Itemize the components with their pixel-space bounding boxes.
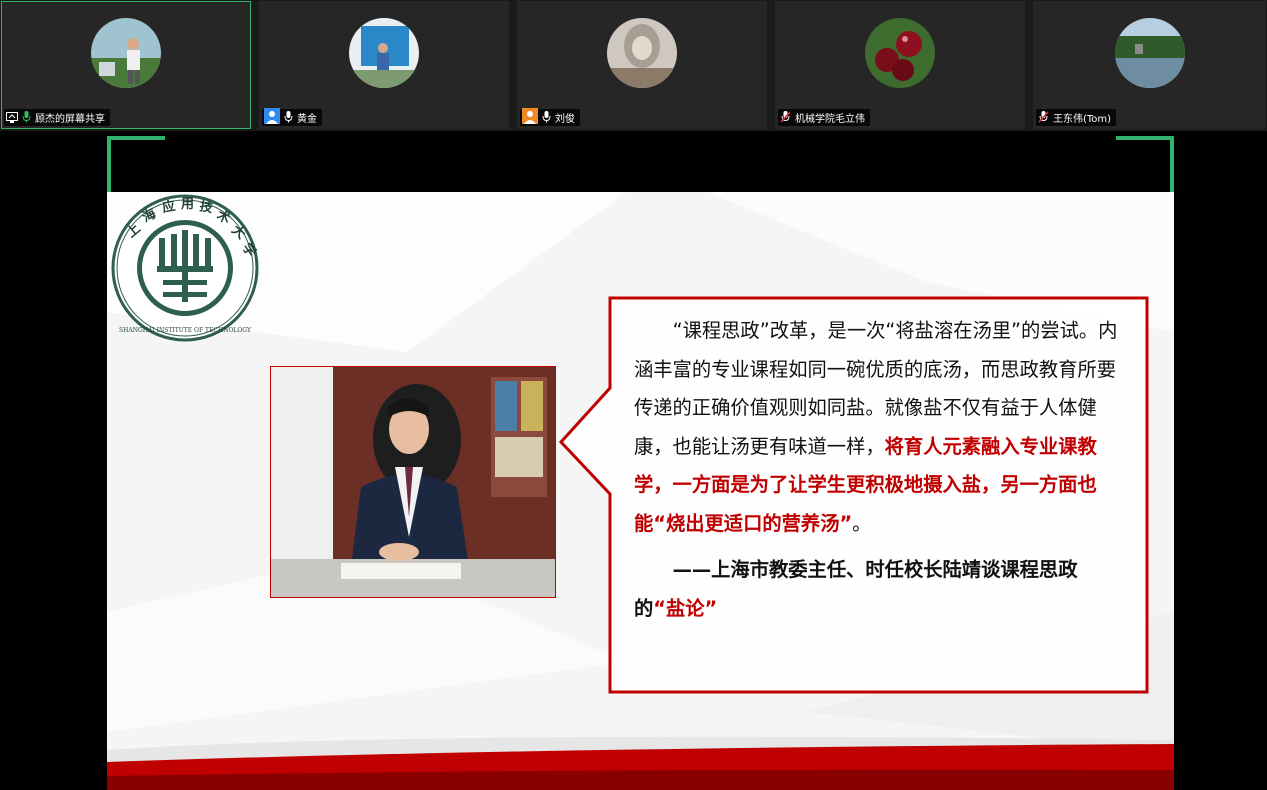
avatar [91, 18, 161, 88]
mic-on-icon[interactable] [284, 108, 293, 127]
svg-text:SHANGHAI INSTITUTE OF TECHNOLO: SHANGHAI INSTITUTE OF TECHNOLOGY [119, 327, 252, 334]
participant-namebar: 刘俊 [520, 107, 580, 128]
participant-tile[interactable]: 王东伟(Tom) [1033, 1, 1266, 129]
participant-tile[interactable]: 黄金 [259, 1, 509, 129]
avatar [865, 18, 935, 88]
participant-namebar: 机械学院毛立伟 [778, 109, 870, 126]
participant-name: 顾杰的屏幕共享 [35, 114, 105, 125]
share-frame-corner [1116, 136, 1174, 140]
mic-muted-icon[interactable] [780, 108, 791, 127]
share-frame-corner [107, 136, 111, 192]
participant-name: 刘俊 [555, 114, 575, 125]
quote-end: 。 [852, 511, 872, 535]
participant-namebar: 顾杰的屏幕共享 [4, 109, 110, 126]
participant-tile[interactable]: 刘俊 [517, 1, 767, 129]
avatar [349, 18, 419, 88]
participant-namebar: 王东伟(Tom) [1036, 108, 1117, 127]
participant-name: 机械学院毛立伟 [795, 114, 865, 125]
user-icon [522, 107, 538, 128]
participant-tile[interactable]: 顾杰的屏幕共享 [1, 1, 251, 129]
participant-namebar: 黄金 [262, 107, 322, 128]
participant-tile[interactable]: 机械学院毛立伟 [775, 1, 1025, 129]
portrait-photo [270, 366, 556, 598]
svg-text:应: 应 [161, 198, 177, 216]
share-frame-corner [1170, 136, 1174, 192]
avatar [1114, 18, 1185, 88]
user-icon [264, 107, 280, 128]
participant-name: 黄金 [297, 114, 317, 125]
avatar [607, 18, 677, 88]
svg-text:用: 用 [180, 197, 194, 212]
slide-swoosh [107, 736, 1174, 790]
mic-on-icon[interactable] [22, 108, 31, 127]
participant-strip: 顾杰的屏幕共享 黄金 刘俊 机械学院毛立伟 王东伟(Tom) [0, 0, 1267, 131]
quote-attribution-highlight: “盐论” [653, 596, 718, 620]
mic-on-icon[interactable] [542, 108, 551, 127]
screen-share-icon [6, 108, 18, 127]
participant-name: 王东伟(Tom) [1053, 114, 1112, 125]
quote-text: “课程思政”改革，是一次“将盐溶在汤里”的尝试。内涵丰富的专业课程如同一碗优质的… [634, 312, 1126, 628]
university-logo: 上 海 应 用 技 术 大 学 SHANGHAI INSTITUTE OF TE… [111, 194, 259, 342]
presentation-slide: 上 海 应 用 技 术 大 学 SHANGHAI INSTITUTE OF TE… [107, 192, 1174, 790]
share-frame-corner [107, 136, 165, 140]
mic-muted-icon[interactable] [1038, 108, 1049, 127]
shared-screen: 上 海 应 用 技 术 大 学 SHANGHAI INSTITUTE OF TE… [107, 136, 1174, 790]
